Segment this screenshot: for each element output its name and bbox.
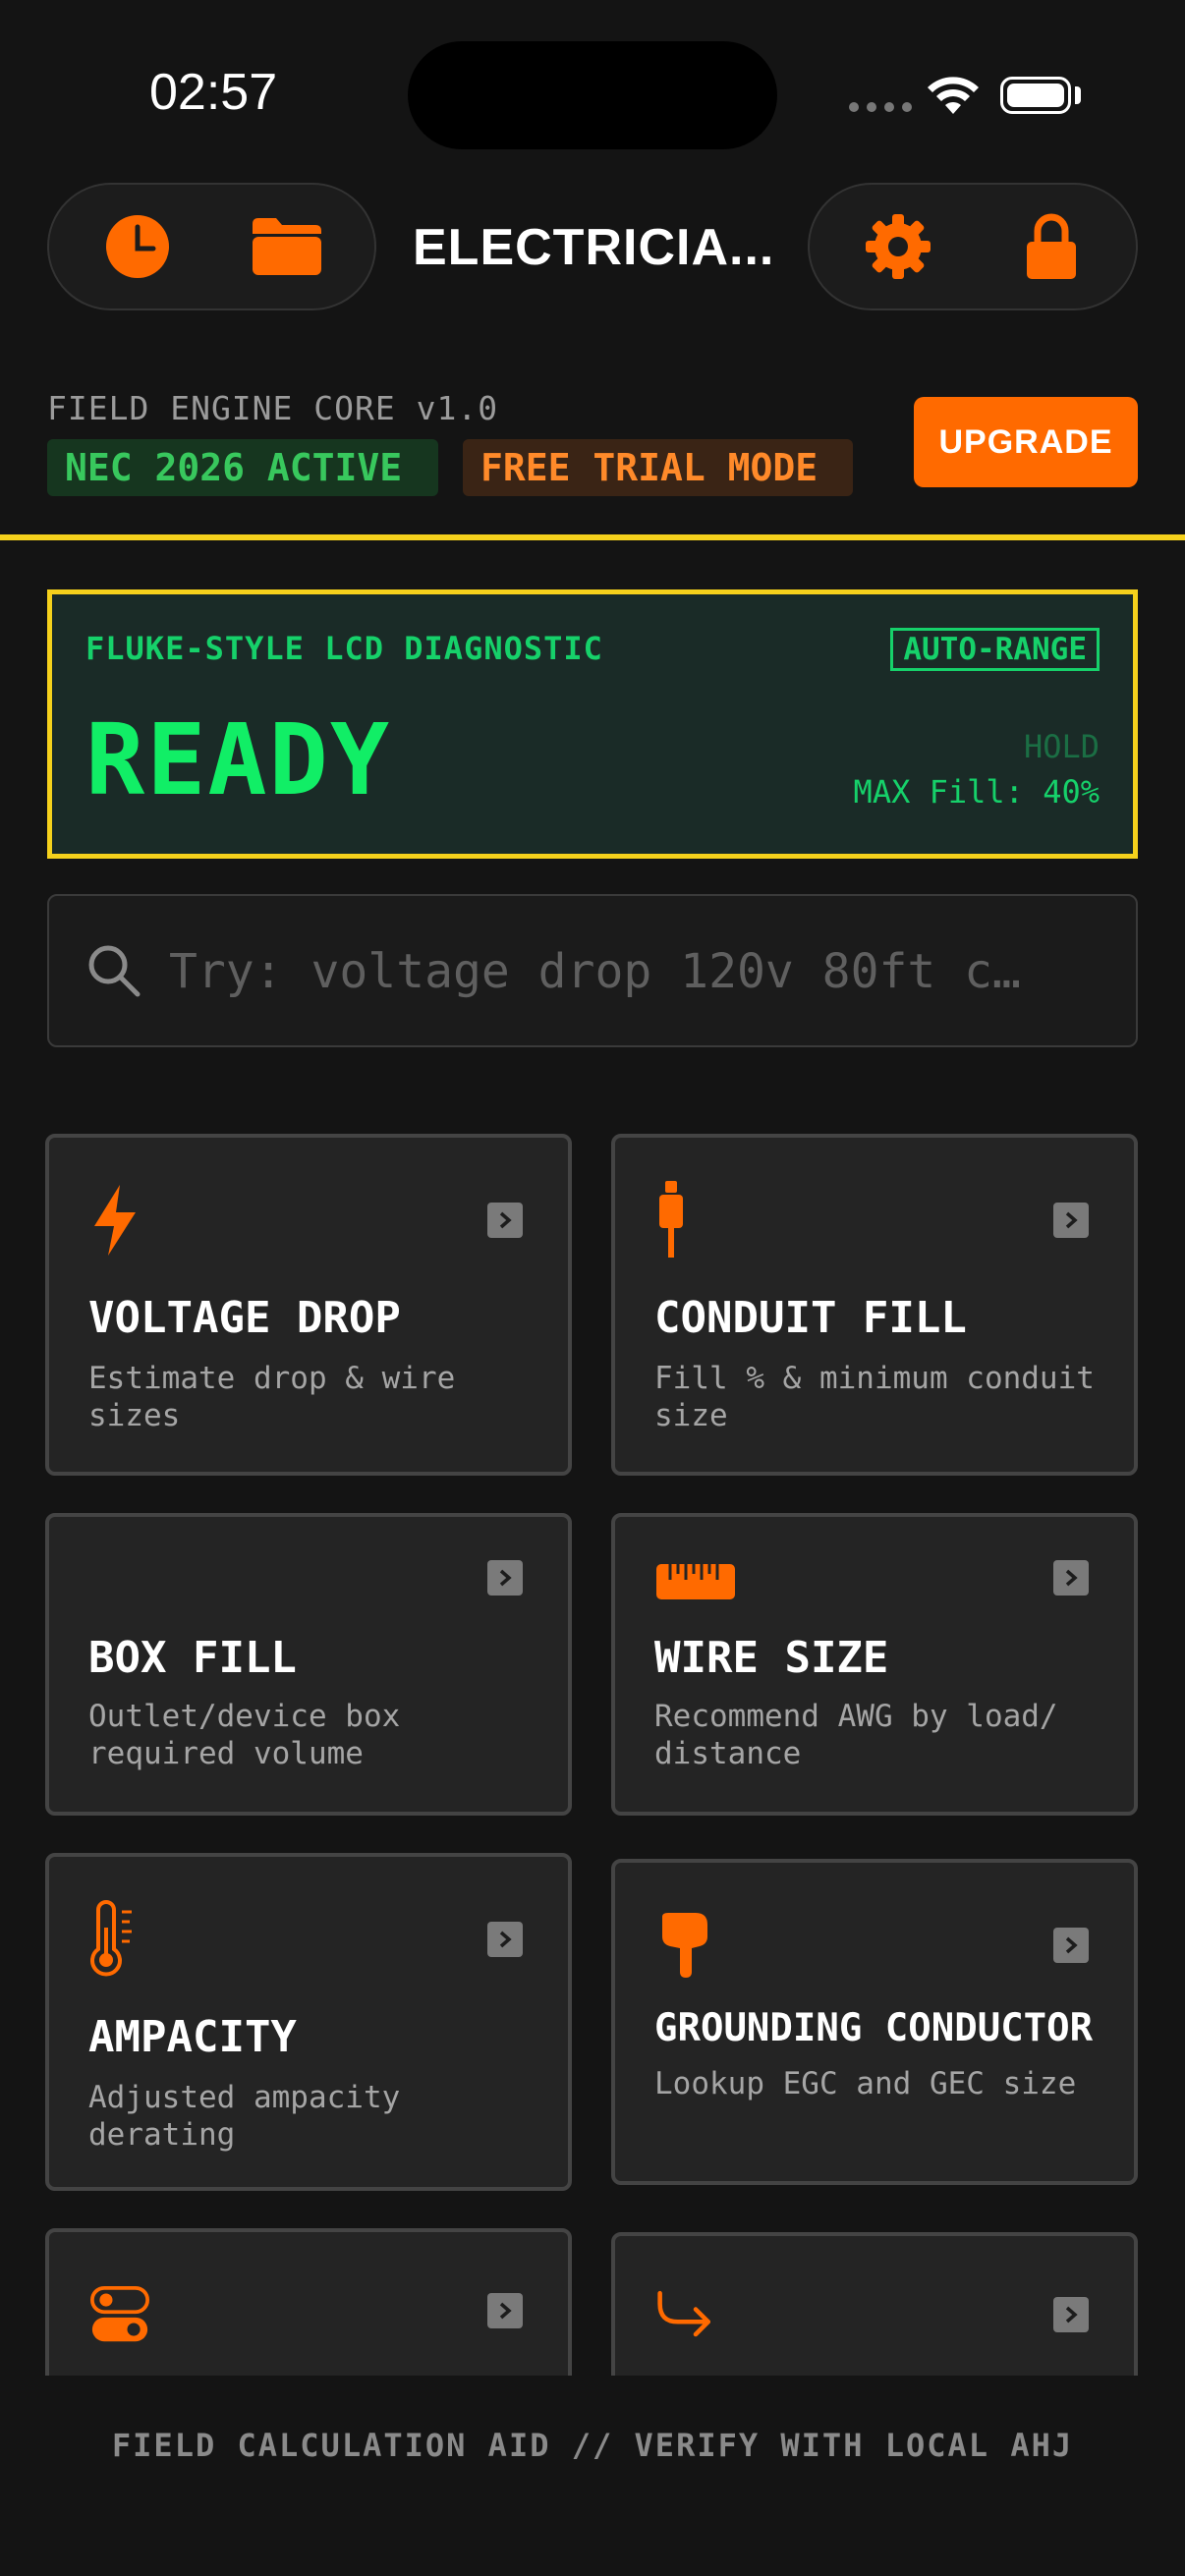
ruler-icon <box>656 1542 739 1621</box>
footer-disclaimer: FIELD CALCULATION AID // VERIFY WITH LOC… <box>111 2427 1074 2464</box>
right-nav-group <box>808 183 1138 310</box>
lock-button[interactable] <box>1012 207 1091 286</box>
card-wire-size[interactable]: WIRE SIZE Recommend AWG by load/ distanc… <box>611 1513 1138 1816</box>
chevron-right-icon <box>1053 2297 1089 2332</box>
auto-range-badge: AUTO-RANGE <box>890 628 1100 671</box>
clock-icon <box>106 215 169 278</box>
plug-icon <box>656 1181 715 1260</box>
card-title: WIRE SIZE <box>654 1633 889 1683</box>
history-button[interactable] <box>98 207 177 286</box>
card-title: CONDUIT FILL <box>654 1293 967 1343</box>
card-description: Lookup EGC and GEC size <box>654 2066 1077 2101</box>
battery-cap <box>1075 86 1081 104</box>
chevron-right-icon <box>1053 1203 1089 1238</box>
search-box <box>47 894 1138 1047</box>
chevron-right-icon <box>487 1203 523 1238</box>
turn-right-arrow-icon <box>656 2275 715 2354</box>
app-title: ELECTRICIA... <box>413 219 775 276</box>
footer-bar: FIELD CALCULATION AID // VERIFY WITH LOC… <box>0 2376 1185 2576</box>
chevron-right-icon <box>487 2293 523 2328</box>
chevron-right-icon <box>487 1560 523 1596</box>
card-conduit-fill[interactable]: CONDUIT FILL Fill % & minimum conduit si… <box>611 1134 1138 1476</box>
battery-icon <box>1000 77 1071 114</box>
card-title: BOX FILL <box>88 1633 297 1683</box>
left-nav-group <box>47 183 376 310</box>
card-title: VOLTAGE DROP <box>88 1293 401 1343</box>
lcd-reading: READY <box>85 702 392 817</box>
dynamic-island <box>408 41 777 149</box>
card-description: Estimate drop & wire sizes <box>88 1361 456 1433</box>
chevron-right-icon <box>487 1922 523 1957</box>
lcd-hold-indicator: HOLD <box>1023 728 1100 765</box>
card-ampacity[interactable]: AMPACITY Adjusted ampacity derating <box>45 1853 572 2191</box>
engine-version: FIELD ENGINE CORE v1.0 <box>47 389 499 427</box>
hand-pointing-down-icon <box>656 1906 715 1985</box>
card-grounding-conductor[interactable]: GROUNDING CONDUCTOR Lookup EGC and GEC s… <box>611 1859 1138 2185</box>
header-divider <box>0 534 1185 540</box>
lock-icon <box>1027 213 1076 279</box>
thermometer-icon <box>90 1900 149 1979</box>
wifi-icon <box>928 77 979 114</box>
lcd-max-fill: MAX Fill: 40% <box>853 773 1100 811</box>
gear-icon <box>866 214 931 279</box>
projects-button[interactable] <box>248 207 326 286</box>
lcd-label: FLUKE-STYLE LCD DIAGNOSTIC <box>85 630 603 667</box>
search-icon <box>88 945 141 997</box>
card-description: Adjusted ampacity derating <box>88 2080 401 2153</box>
lcd-diagnostic-panel: FLUKE-STYLE LCD DIAGNOSTIC AUTO-RANGE RE… <box>47 589 1138 859</box>
card-description: Recommend AWG by load/ distance <box>654 1699 1058 1771</box>
card-description: Fill % & minimum conduit size <box>654 1361 1095 1433</box>
toggle-icon <box>90 2275 149 2354</box>
folder-icon <box>253 218 321 275</box>
bolt-icon <box>90 1181 149 1260</box>
search-input[interactable] <box>167 935 1114 1008</box>
card-voltage-drop[interactable]: VOLTAGE DROP Estimate drop & wire sizes <box>45 1134 572 1476</box>
card-title: AMPACITY <box>88 2012 297 2062</box>
card-box-fill[interactable]: BOX FILL Outlet/device box required volu… <box>45 1513 572 1816</box>
card-description: Outlet/device box required volume <box>88 1699 401 1771</box>
settings-button[interactable] <box>859 207 937 286</box>
card-title: GROUNDING CONDUCTOR <box>654 2006 1094 2050</box>
upgrade-button[interactable]: UPGRADE <box>914 397 1138 487</box>
chevron-right-icon <box>1053 1560 1089 1596</box>
nec-status-badge: NEC 2026 ACTIVE <box>47 439 438 496</box>
chevron-right-icon <box>1053 1928 1089 1963</box>
cellular-signal-icon <box>849 102 912 112</box>
trial-status-badge: FREE TRIAL MODE <box>463 439 853 496</box>
status-time: 02:57 <box>149 64 278 121</box>
